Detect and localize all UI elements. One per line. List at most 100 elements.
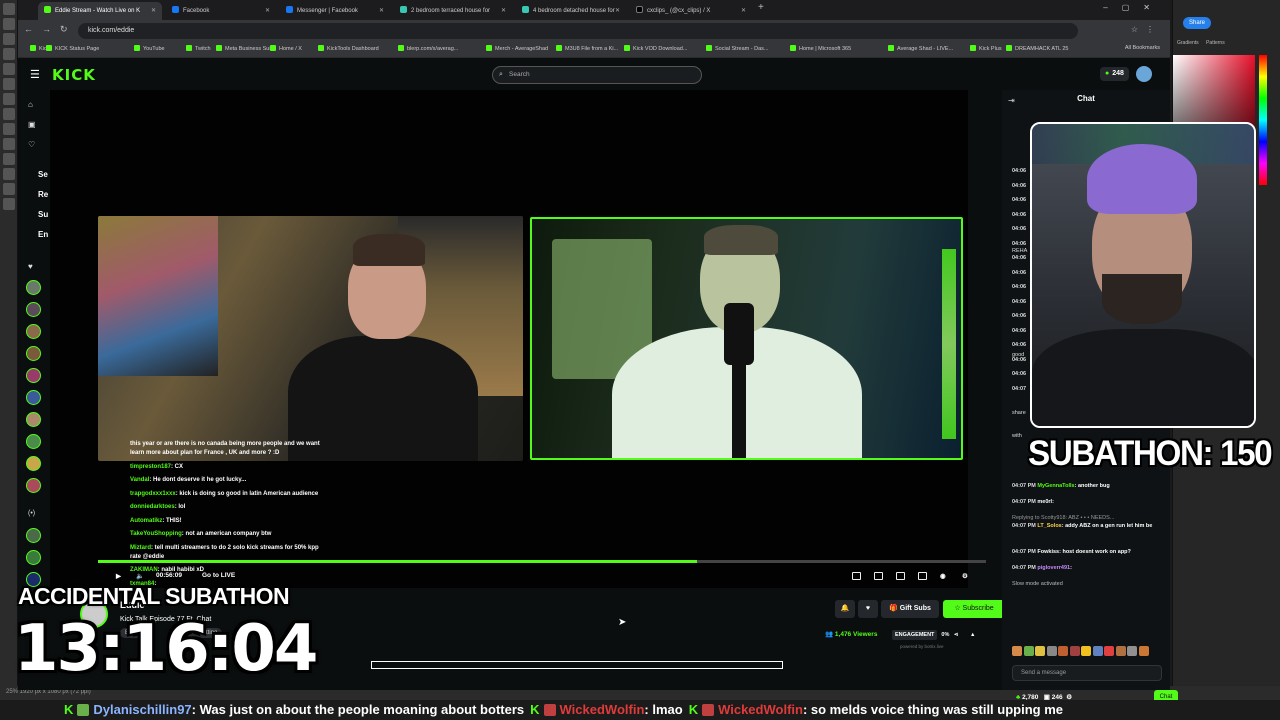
close-icon[interactable]: ✕ <box>501 2 506 20</box>
bookmark-link[interactable]: Average Shad - LIVE... <box>888 45 953 52</box>
window-controls[interactable]: –▢✕ <box>1103 3 1164 12</box>
gradient-tool-icon[interactable] <box>2 123 15 135</box>
emote-icon[interactable] <box>1115 646 1126 656</box>
browse-icon[interactable]: ▣ <box>28 120 36 129</box>
close-icon[interactable]: ✕ <box>741 2 746 20</box>
gift-subs-button[interactable]: 🎁 Gift Subs <box>881 600 939 618</box>
toolbar-icons[interactable]: ☆⋮ <box>1131 25 1162 34</box>
bookmark-link[interactable]: blerp.com/x/averag... <box>398 45 458 52</box>
emote-icon[interactable] <box>1023 646 1034 656</box>
emote-icon[interactable] <box>1138 646 1149 656</box>
stamp-tool-icon[interactable] <box>2 93 15 105</box>
avatar[interactable] <box>26 550 41 565</box>
volume-icon[interactable]: 🔈 <box>136 572 144 580</box>
bookmark-link[interactable]: Kick VOD Download... <box>624 45 687 52</box>
type-tool-icon[interactable] <box>2 153 15 165</box>
bookmark-link[interactable]: YouTube <box>134 45 165 52</box>
bookmark-link[interactable]: DREAMHACK ATL 25 <box>1006 45 1069 52</box>
chat-username[interactable]: pigloverr491 <box>1037 565 1070 571</box>
play-icon[interactable]: ▶ <box>116 572 121 580</box>
close-icon[interactable]: ✕ <box>151 2 156 20</box>
pip-icon[interactable] <box>874 572 883 580</box>
avatar[interactable] <box>26 368 41 383</box>
bookmark-link[interactable]: Merch - AverageShad <box>486 45 548 52</box>
emote-icon[interactable] <box>1046 646 1057 656</box>
sidebar-item-label[interactable]: Se <box>38 170 48 179</box>
all-bookmarks-link[interactable]: All Bookmarks <box>1125 45 1160 51</box>
emote-icon[interactable] <box>1035 646 1045 656</box>
browser-tab[interactable]: cxclips_ (@cx_clips) / X ✕ <box>630 2 752 20</box>
eraser-tool-icon[interactable] <box>2 108 15 120</box>
avatar[interactable] <box>26 478 41 493</box>
sidebar-item-label[interactable]: Su <box>38 210 48 219</box>
sidebar-item-label[interactable]: En <box>38 230 48 239</box>
crop-tool-icon[interactable] <box>2 48 15 60</box>
close-icon[interactable]: ✕ <box>615 2 620 20</box>
bookmark-link[interactable]: Twitch <box>186 45 211 52</box>
bookmark-link[interactable]: Social Stream - Das... <box>706 45 769 52</box>
bookmark-link[interactable]: KICK Status Page <box>46 45 99 52</box>
bookmark-link[interactable]: M3U8 File from a Ki... <box>556 45 618 52</box>
share-icon[interactable]: ⋖ <box>951 630 962 640</box>
hue-slider[interactable] <box>1259 55 1267 185</box>
emote-icon[interactable] <box>1012 646 1022 656</box>
kick-logo[interactable]: KICK <box>52 66 96 84</box>
url-field[interactable]: kick.com/eddie <box>78 23 1078 39</box>
notification-bell-icon[interactable]: 🔔 <box>835 600 855 618</box>
search-input[interactable]: ⌕ Search <box>492 66 702 84</box>
avatar[interactable] <box>26 346 41 361</box>
clip-icon[interactable] <box>852 572 861 580</box>
chat-input[interactable]: Send a message <box>1012 665 1162 681</box>
chat-username[interactable]: MyGennaTolls <box>1037 483 1074 489</box>
heart-icon[interactable]: ♥ <box>28 262 33 271</box>
settings-gear-icon[interactable]: ⚙ <box>962 572 968 580</box>
avatar[interactable] <box>26 456 41 471</box>
home-icon[interactable]: ⌂ <box>28 100 33 109</box>
report-icon[interactable]: ▲ <box>967 630 978 640</box>
emote-icon[interactable] <box>1127 646 1137 656</box>
pen-tool-icon[interactable] <box>2 138 15 150</box>
close-icon[interactable]: ✕ <box>265 2 270 20</box>
emote-icon[interactable] <box>1092 646 1103 656</box>
avatar[interactable] <box>26 280 41 295</box>
browser-tab[interactable]: Eddie Stream - Watch Live on K ✕ <box>38 2 162 20</box>
bookmark-link[interactable]: Home / X <box>270 45 302 52</box>
menu-icon[interactable]: ☰ <box>30 68 40 81</box>
video-player[interactable]: this year or are there is no canada bein… <box>50 90 968 600</box>
chat-username[interactable]: LT_Solos <box>1037 523 1061 529</box>
tab-patterns[interactable]: Patterns <box>1206 40 1225 46</box>
avatar[interactable] <box>1136 66 1152 82</box>
live-icon[interactable]: (•) <box>28 510 35 517</box>
marquee-tool-icon[interactable] <box>2 18 15 30</box>
browser-tab[interactable]: 4 bedroom detached house for ✕ <box>516 2 626 20</box>
avatar[interactable] <box>26 324 41 339</box>
fullscreen-icon[interactable] <box>918 572 927 580</box>
theater-icon[interactable] <box>896 572 905 580</box>
eyedropper-tool-icon[interactable] <box>2 63 15 75</box>
browser-tab[interactable]: Facebook ✕ <box>166 2 276 20</box>
quality-icon[interactable]: ◉ <box>940 572 946 580</box>
new-tab-icon[interactable]: + <box>758 2 764 13</box>
emote-icon[interactable] <box>1069 646 1080 656</box>
video-progress-bar[interactable] <box>98 560 986 563</box>
avatar[interactable] <box>26 302 41 317</box>
emote-icon[interactable] <box>1104 646 1114 656</box>
zoom-tool-icon[interactable] <box>2 198 15 210</box>
emote-icon[interactable] <box>1081 646 1091 656</box>
brush-tool-icon[interactable] <box>2 78 15 90</box>
share-button[interactable]: Share <box>1183 17 1211 29</box>
go-live-button[interactable]: Go to LIVE <box>202 572 235 579</box>
hand-tool-icon[interactable] <box>2 183 15 195</box>
close-icon[interactable]: ✕ <box>379 2 384 20</box>
bookmark-link[interactable]: Kick Plus <box>970 45 1002 52</box>
browser-tab[interactable]: Messenger | Facebook ✕ <box>280 2 390 20</box>
kicks-balance[interactable]: ● 248 <box>1100 67 1129 81</box>
move-tool-icon[interactable] <box>2 3 15 15</box>
nav-buttons[interactable]: ←→↻ <box>24 24 77 35</box>
avatar[interactable] <box>26 412 41 427</box>
emote-icon[interactable] <box>1058 646 1068 656</box>
shape-tool-icon[interactable] <box>2 168 15 180</box>
avatar[interactable] <box>26 390 41 405</box>
follow-heart-icon[interactable]: ♥ <box>858 600 878 618</box>
chat-username[interactable]: me0rl <box>1037 499 1052 505</box>
